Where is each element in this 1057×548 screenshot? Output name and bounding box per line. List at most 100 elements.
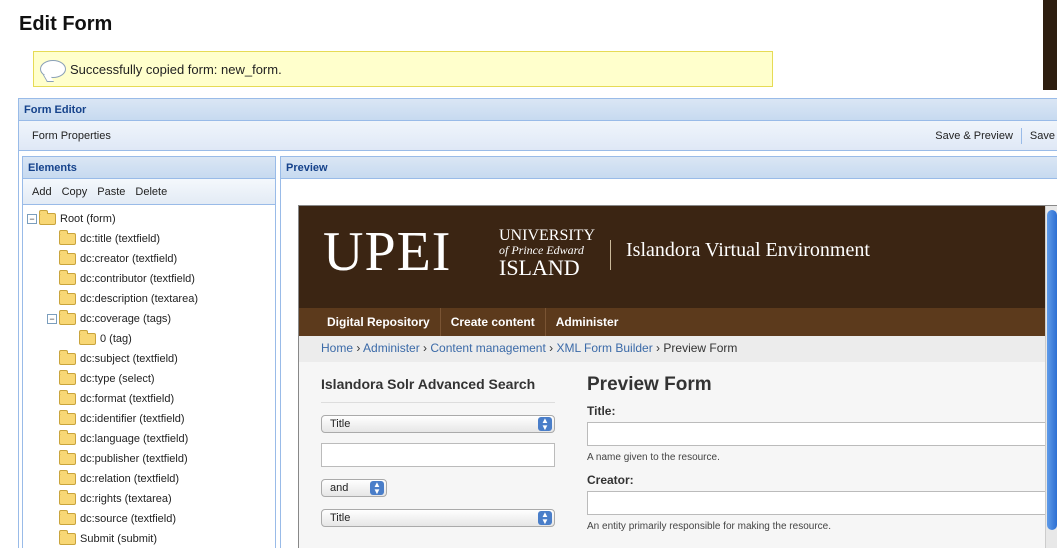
folder-icon <box>59 370 76 385</box>
nav-create-content[interactable]: Create content <box>441 308 546 336</box>
search-field-select-1[interactable]: Title ▲ ▼ <box>321 415 555 433</box>
logo-line-1: UNIVERSITY <box>499 227 595 244</box>
folder-icon <box>59 430 76 445</box>
title-label: Title: <box>587 404 616 418</box>
breadcrumb-separator: › <box>545 341 557 355</box>
creator-description: An entity primarily responsible for maki… <box>587 521 831 532</box>
folder-icon <box>59 310 76 325</box>
tree-node[interactable]: Submit (submit) <box>27 529 275 548</box>
tree-node[interactable]: dc:language (textfield) <box>27 429 275 449</box>
breadcrumb-separator: › <box>353 341 364 355</box>
elements-toolbar: Add Copy Paste Delete <box>23 179 275 205</box>
tree-node[interactable]: − dc:coverage (tags) <box>27 309 275 329</box>
preview-scrollbar[interactable] <box>1045 206 1057 548</box>
advanced-search-heading: Islandora Solr Advanced Search <box>321 374 555 403</box>
tree-node[interactable]: dc:rights (textarea) <box>27 489 275 509</box>
preview-form: Preview Form Title: A name given to the … <box>587 374 1047 532</box>
tree-node[interactable]: dc:contributor (textfield) <box>27 269 275 289</box>
select-arrows-icon: ▲ ▼ <box>370 481 384 496</box>
breadcrumb: Home › Administer › Content management ›… <box>299 336 1057 362</box>
tree-node[interactable]: dc:type (select) <box>27 369 275 389</box>
tree-node-label: dc:title (textfield) <box>80 233 161 245</box>
save-preview-button[interactable]: Save & Preview <box>927 130 1021 142</box>
tree-node-label: dc:creator (textfield) <box>80 253 178 265</box>
tree-node[interactable]: dc:publisher (textfield) <box>27 449 275 469</box>
title-input[interactable] <box>587 422 1047 446</box>
logo-divider <box>610 240 611 270</box>
add-button[interactable]: Add <box>27 186 57 198</box>
tree-node[interactable]: dc:description (textarea) <box>27 289 275 309</box>
tree-node[interactable]: 0 (tag) <box>27 329 275 349</box>
preview-panel: Preview UPEI UNIVERSITY of Prince Edward… <box>280 156 1057 548</box>
page-title: Edit Form <box>19 13 113 35</box>
tree-node-label: dc:language (textfield) <box>80 433 189 445</box>
search-input[interactable] <box>321 443 555 467</box>
folder-icon <box>59 350 76 365</box>
tree-node-label: dc:subject (textfield) <box>80 353 178 365</box>
breadcrumb-home[interactable]: Home <box>321 341 353 355</box>
breadcrumb-xml-form-builder[interactable]: XML Form Builder <box>556 341 652 355</box>
tree-node-label: 0 (tag) <box>100 333 132 345</box>
advanced-search-block: Islandora Solr Advanced Search Title ▲ ▼ … <box>321 374 555 527</box>
breadcrumb-separator: › <box>419 341 431 355</box>
form-editor-panel: Form Editor Form Properties Save & Previ… <box>18 98 1057 548</box>
search-field-value-2: Title <box>330 512 351 524</box>
copy-button[interactable]: Copy <box>57 186 93 198</box>
breadcrumb-content-management[interactable]: Content management <box>430 341 545 355</box>
collapse-toggle-icon[interactable]: − <box>27 214 37 224</box>
site-nav: Digital Repository Create content Admini… <box>299 308 1057 336</box>
tree-node[interactable]: dc:identifier (textfield) <box>27 409 275 429</box>
scrollbar-thumb[interactable] <box>1047 210 1057 530</box>
speech-bubble-icon <box>40 60 66 78</box>
operator-value: and <box>330 482 349 494</box>
tree-node[interactable]: dc:source (textfield) <box>27 509 275 529</box>
form-properties-button[interactable]: Form Properties <box>24 130 119 142</box>
folder-icon <box>59 470 76 485</box>
tree-node-label: dc:contributor (textfield) <box>80 273 195 285</box>
tree-node[interactable]: dc:format (textfield) <box>27 389 275 409</box>
folder-icon <box>59 490 76 505</box>
form-editor-header: Form Editor <box>19 99 1057 121</box>
operator-select[interactable]: and ▲ ▼ <box>321 479 387 497</box>
paste-button[interactable]: Paste <box>92 186 130 198</box>
tree-node[interactable]: dc:creator (textfield) <box>27 249 275 269</box>
nav-digital-repository[interactable]: Digital Repository <box>317 308 441 336</box>
creator-input[interactable] <box>587 491 1047 515</box>
element-tree: − Root (form) dc:title (textfield) dc:creat… <box>23 205 275 548</box>
select-arrows-icon: ▲ ▼ <box>538 417 552 432</box>
tree-node[interactable]: − Root (form) <box>27 209 275 229</box>
folder-icon <box>59 410 76 425</box>
collapse-toggle-icon[interactable]: − <box>47 314 57 324</box>
form-editor-toolbar: Form Properties Save & Preview Save <box>19 121 1057 151</box>
creator-label: Creator: <box>587 473 634 487</box>
tree-node-label: dc:publisher (textfield) <box>80 453 188 465</box>
breadcrumb-current: Preview Form <box>663 341 738 355</box>
upei-logo: UPEI <box>323 221 452 283</box>
preview-content: Islandora Solr Advanced Search Title ▲ ▼ … <box>299 362 1057 548</box>
save-button[interactable]: Save <box>1022 130 1057 142</box>
tree-node[interactable]: dc:relation (textfield) <box>27 469 275 489</box>
status-text: Successfully copied form: new_form. <box>70 61 282 77</box>
tree-node-label: dc:description (textarea) <box>80 293 198 305</box>
folder-icon <box>59 510 76 525</box>
search-field-value-1: Title <box>330 418 351 430</box>
tree-node[interactable]: dc:subject (textfield) <box>27 349 275 369</box>
tree-node-label: Submit (submit) <box>80 533 158 545</box>
delete-button[interactable]: Delete <box>130 186 172 198</box>
nav-administer[interactable]: Administer <box>546 308 629 336</box>
site-name: Islandora Virtual Environment <box>626 239 870 261</box>
breadcrumb-separator: › <box>652 341 664 355</box>
breadcrumb-administer[interactable]: Administer <box>363 341 420 355</box>
elements-panel: Elements Add Copy Paste Delete − Root (fo… <box>22 156 276 548</box>
folder-icon <box>59 530 76 545</box>
folder-icon <box>59 270 76 285</box>
search-field-select-2[interactable]: Title ▲ ▼ <box>321 509 555 527</box>
tree-node-label: dc:type (select) <box>80 373 155 385</box>
status-message: Successfully copied form: new_form. <box>33 51 773 87</box>
tree-node-label: dc:format (textfield) <box>80 393 175 405</box>
tree-node-label: Root (form) <box>60 213 116 225</box>
logo-line-3: ISLAND <box>499 255 580 280</box>
tree-node[interactable]: dc:title (textfield) <box>27 229 275 249</box>
folder-icon <box>59 290 76 305</box>
preview-header: Preview <box>281 157 1057 179</box>
